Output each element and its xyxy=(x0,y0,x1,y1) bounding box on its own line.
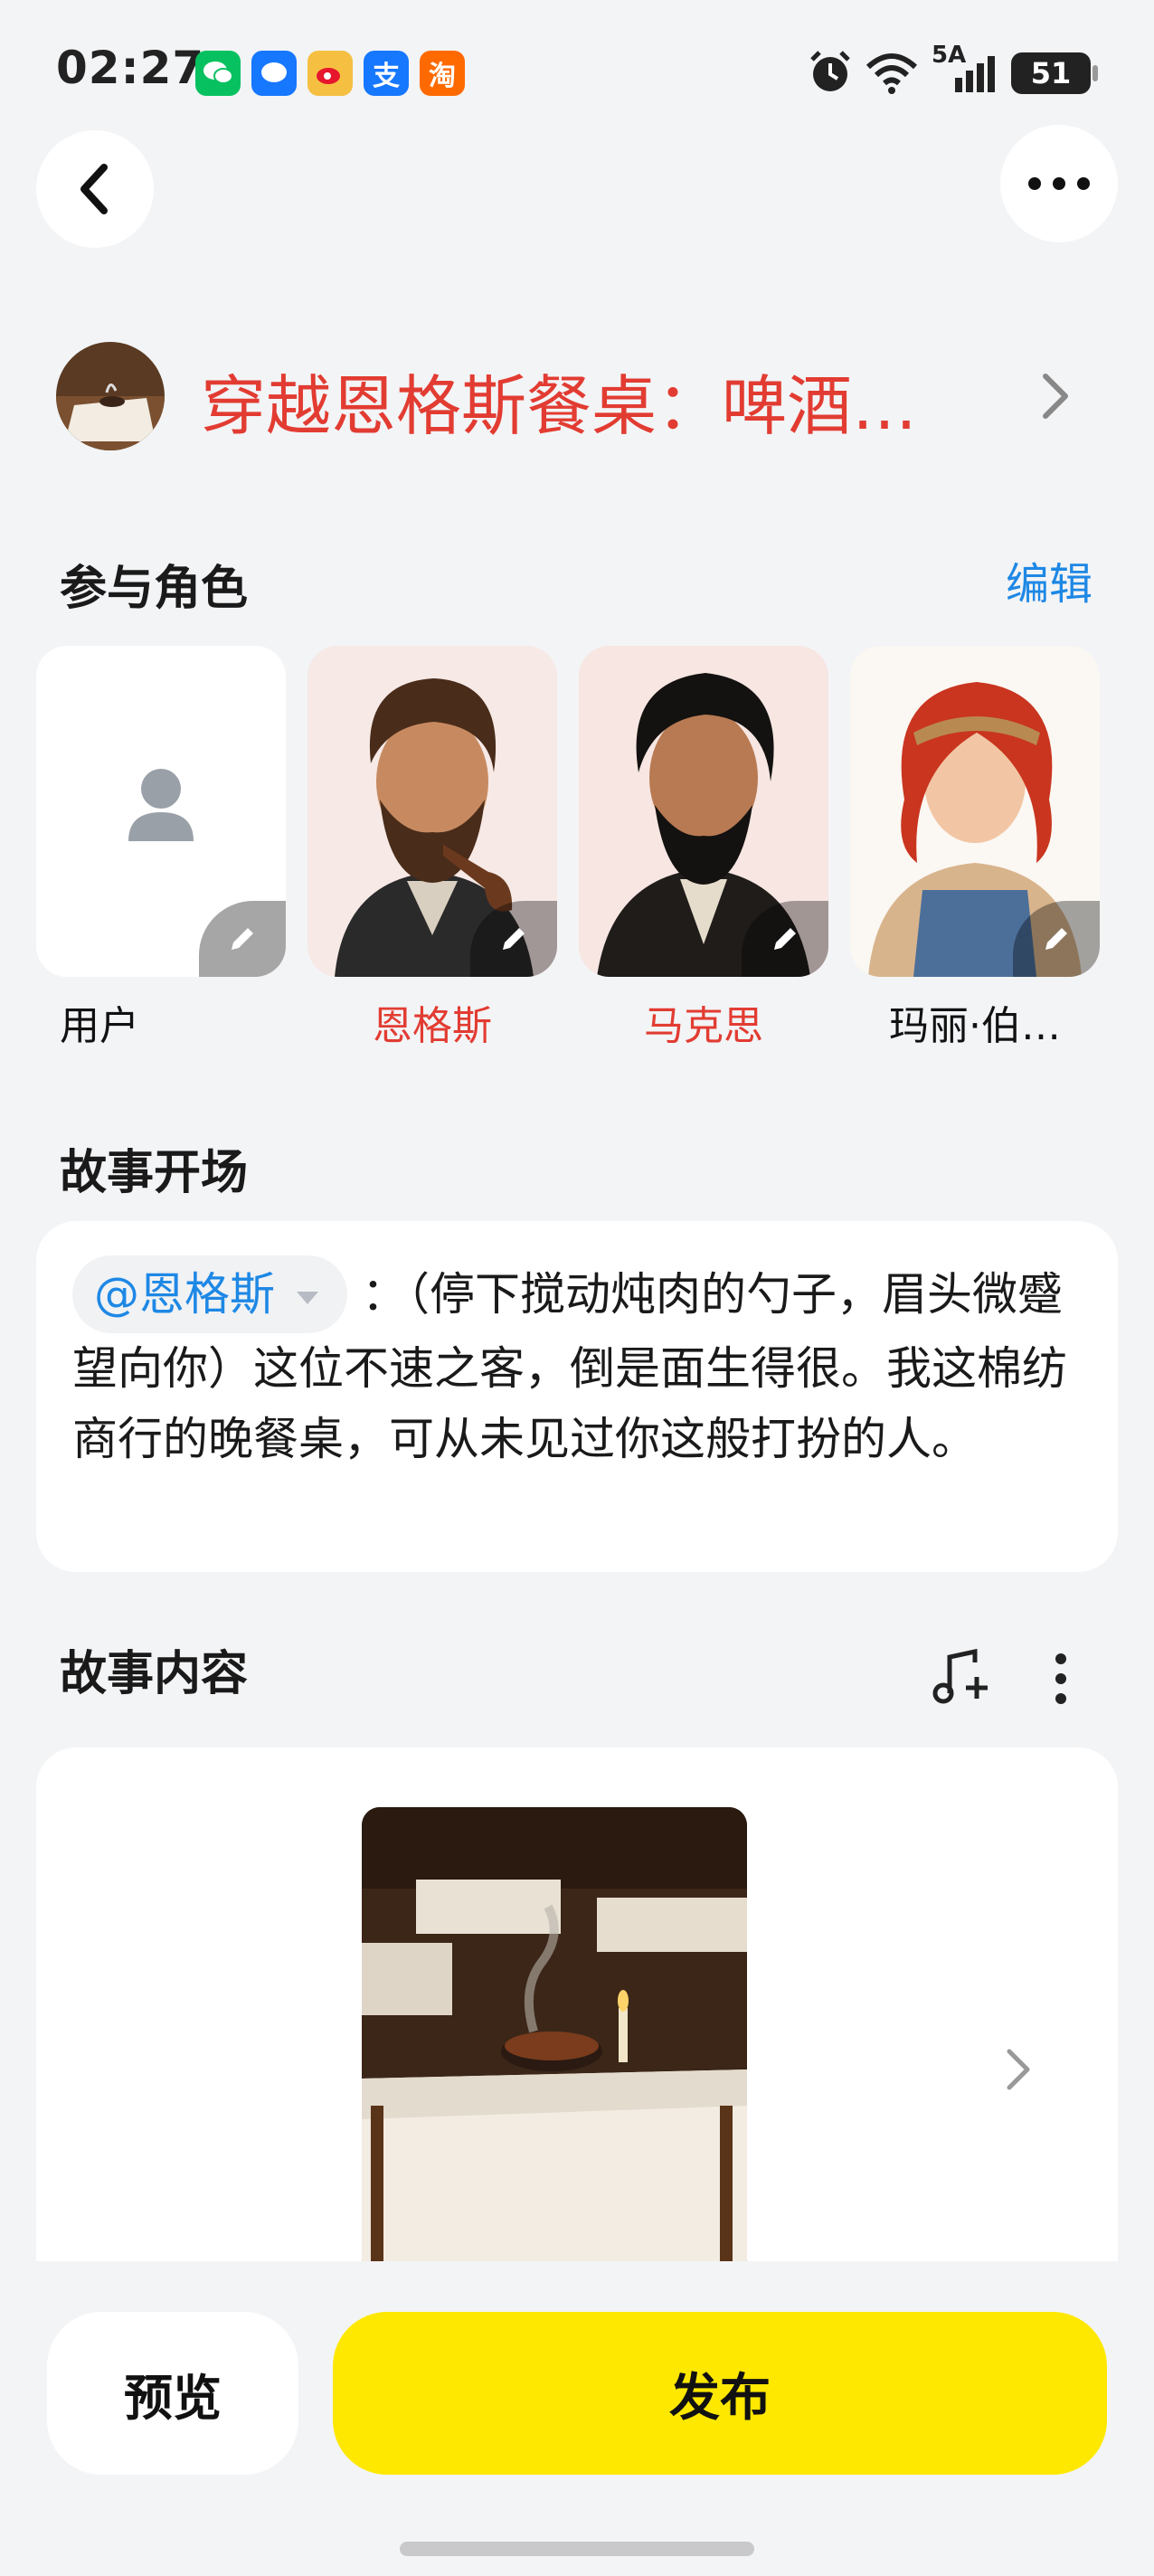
mention-label: @恩格斯 xyxy=(94,1268,275,1321)
user-placeholder-icon xyxy=(128,769,194,841)
status-bar: 02:27 支 淘 5A 51 xyxy=(0,0,1154,136)
add-music-icon[interactable] xyxy=(932,1646,995,1708)
battery-tip xyxy=(1093,65,1098,81)
role-name-mary: 玛丽·伯… xyxy=(889,1003,1061,1049)
messages-icon xyxy=(251,51,297,96)
scene-image-art xyxy=(362,1807,747,2278)
role-card-engels[interactable] xyxy=(307,646,557,977)
wifi-icon xyxy=(865,51,919,99)
content-heading: 故事内容 xyxy=(60,1647,249,1701)
caret-down-icon xyxy=(297,1291,318,1304)
signal-icon xyxy=(932,52,997,98)
alipay-icon: 支 xyxy=(364,51,409,96)
battery-icon: 51 xyxy=(1011,52,1091,94)
edit-role-button[interactable] xyxy=(199,901,286,977)
home-indicator[interactable] xyxy=(400,2542,754,2556)
opening-body[interactable]: @恩格斯 ：（停下搅动炖肉的勺子，眉头微蹙望向你）这位不速之客，倒是面生得很。我这… xyxy=(72,1255,1082,1474)
role-name-marx: 马克思 xyxy=(644,1003,763,1049)
role-name-user: 用户 xyxy=(60,1003,139,1049)
edit-roles-button[interactable]: 编辑 xyxy=(1006,548,1093,611)
role-card-mary[interactable] xyxy=(850,646,1100,977)
opening-heading: 故事开场 xyxy=(60,1146,249,1200)
role-name-engels: 恩格斯 xyxy=(373,1003,492,1049)
wechat-icon xyxy=(195,51,241,96)
back-button[interactable] xyxy=(36,130,154,248)
alarm-icon xyxy=(807,49,854,99)
more-button[interactable] xyxy=(1000,125,1118,242)
taobao-icon: 淘 xyxy=(420,51,465,96)
chevron-left-icon xyxy=(80,164,108,214)
weibo-icon xyxy=(307,51,353,96)
mention-chip[interactable]: @恩格斯 xyxy=(72,1255,347,1333)
status-time: 02:27 xyxy=(56,42,205,94)
story-cover-avatar[interactable] xyxy=(56,342,165,450)
pencil-icon xyxy=(232,928,253,950)
battery-level: 51 xyxy=(1030,56,1072,90)
pencil-icon xyxy=(503,928,525,950)
publish-button[interactable]: 发布 xyxy=(333,2312,1107,2475)
story-title[interactable]: 穿越恩格斯餐桌：啤酒… xyxy=(201,353,988,448)
roles-heading: 参与角色 xyxy=(60,562,249,616)
more-vertical-icon[interactable] xyxy=(1049,1652,1073,1709)
chevron-right-icon[interactable] xyxy=(1040,371,1071,425)
more-horizontal-icon xyxy=(1028,177,1090,190)
content-next-icon[interactable] xyxy=(1006,2048,1033,2095)
pencil-icon xyxy=(1045,928,1067,950)
scene-image[interactable] xyxy=(362,1807,747,2278)
role-card-marx[interactable] xyxy=(579,646,828,977)
role-card-user[interactable] xyxy=(36,646,286,977)
preview-button[interactable]: 预览 xyxy=(47,2312,298,2475)
pencil-icon xyxy=(774,928,796,950)
